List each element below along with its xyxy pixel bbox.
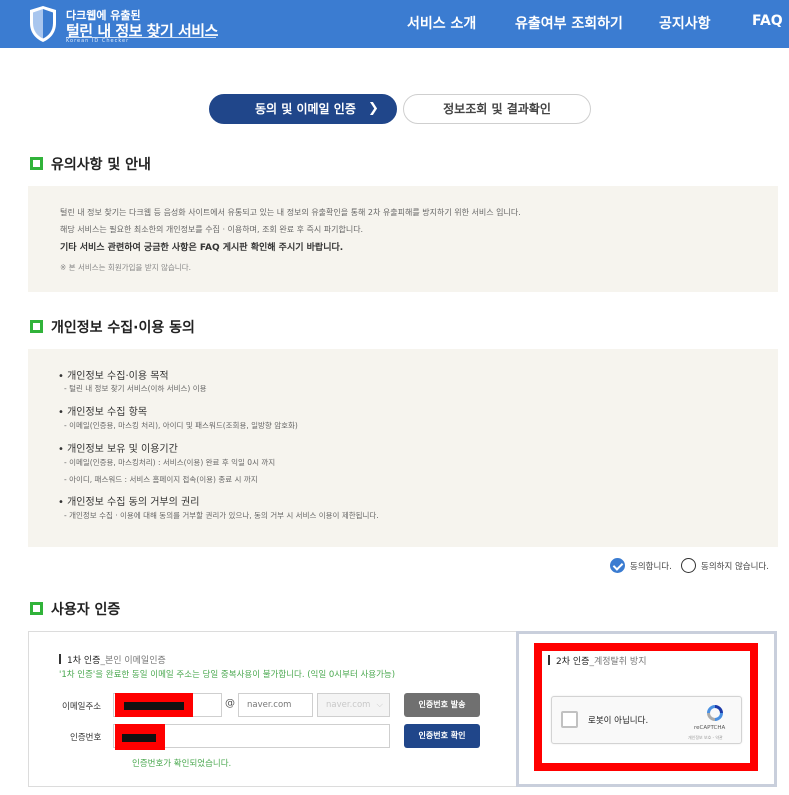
recaptcha-checkbox[interactable] [561,711,578,728]
square-bullet-icon [30,157,43,170]
privacy-item-heading: • 개인정보 보유 및 이용기간 [58,444,178,455]
first-auth-note: '1차 인증'을 완료한 동일 이메일 주소는 당일 중복사용이 불가합니다. … [59,670,396,680]
privacy-item-heading: • 개인정보 수집·이용 목적 [58,371,169,382]
agree-option[interactable]: 동의합니다. [610,558,674,574]
step-label: 동의 및 이메일 인증 [255,102,356,116]
at-sign: @ [225,698,235,709]
nav-notice[interactable]: 공지사항 [659,13,711,33]
nav-faq[interactable]: FAQ [752,13,783,29]
site-logo[interactable]: 다크웹에 유출된 털린 내 정보 찾기 서비스 Korean ID Checke… [28,5,218,44]
section-privacy-title: 개인정보 수집·이용 동의 [30,317,195,337]
notice-text: 해당 서비스는 필요한 최소한의 개인정보를 수집 · 이용하며, 조회 완료 … [60,225,364,234]
recaptcha-label: 로봇이 아닙니다. [588,716,649,726]
email-label: 이메일주소 [62,702,102,712]
privacy-item-heading: • 개인정보 수집 동의 거부의 권리 [58,497,200,508]
privacy-item-detail: - 이메일(인증용, 마스킹처리) : 서비스(이용) 완료 후 익일 0시 까… [64,458,276,467]
step-consent-email[interactable]: 동의 및 이메일 인증 ❯ [209,94,397,124]
privacy-item-detail: - 털린 내 정보 찾기 서비스(이하 서비스) 이용 [64,384,207,393]
disagree-radio[interactable] [681,558,696,573]
notice-text: 털린 내 정보 찾기는 다크웹 등 음성화 사이트에서 유통되고 있는 내 정보… [60,208,521,217]
step-lookup-result[interactable]: 정보조회 및 결과확인 [403,94,591,124]
section-notice-title: 유의사항 및 안내 [30,154,151,174]
notice-panel: 털린 내 정보 찾기는 다크웹 등 음성화 사이트에서 유통되고 있는 내 정보… [28,186,778,292]
privacy-item-heading: • 개인정보 수집 항목 [58,407,148,418]
privacy-item-detail: - 아이디, 패스워드 : 서비스 홈페이지 접속(이용) 종료 시 까지 [64,475,258,484]
recaptcha-brand: reCAPTCHA [694,725,726,731]
privacy-item-detail: - 이메일(인증용, 마스킹 처리), 아이디 및 패스워드(조회용, 일방향 … [64,421,298,430]
nav-service-intro[interactable]: 서비스 소개 [407,13,476,33]
nav-leak-check[interactable]: 유출여부 조회하기 [515,13,623,33]
redaction-mark [115,693,193,717]
recaptcha-links[interactable]: 개인정보 보호 - 약관 [688,735,723,741]
domain-select[interactable]: naver.com ⌵ [317,693,390,717]
notice-footnote: ※ 본 서비스는 회원가입을 받지 않습니다. [60,263,191,272]
chevron-down-icon: ⌵ [376,700,383,710]
email-domain-input[interactable]: naver.com [238,693,313,717]
second-auth-title: 2차 인증_계정탈취 방지 [548,654,646,667]
redaction-mark [115,724,165,750]
disagree-label: 동의하지 않습니다. [701,562,769,572]
square-bullet-icon [30,602,43,615]
privacy-panel: • 개인정보 수집·이용 목적 - 털린 내 정보 찾기 서비스(이하 서비스)… [28,349,778,547]
code-success-message: 인증번호가 확인되었습니다. [132,759,232,769]
recaptcha-widget: 로봇이 아닙니다. reCAPTCHA 개인정보 보호 - 약관 [551,696,742,744]
shield-icon [30,6,56,42]
privacy-item-detail: - 개인정보 수집 · 이용에 대해 동의를 거부할 권리가 있으나, 동의 거… [64,511,379,520]
recaptcha-icon [707,705,723,721]
first-auth-title: 1차 인증_본인 이메일인증 [59,653,166,666]
code-label: 인증번호 [70,733,102,743]
agree-label: 동의합니다. [630,562,672,572]
top-header: 다크웹에 유출된 털린 내 정보 찾기 서비스 Korean ID Checke… [0,0,789,48]
section-auth-title: 사용자 인증 [30,599,120,619]
confirm-code-button[interactable]: 인증번호 확인 [404,724,480,748]
square-bullet-icon [30,320,43,333]
notice-text: 기타 서비스 관련하여 궁금한 사항은 FAQ 게시판 확인해 주시기 바랍니다… [60,243,344,253]
send-code-button[interactable]: 인증번호 발송 [404,693,480,717]
agree-radio[interactable] [610,558,625,573]
logo-english: Korean ID Checker [66,38,130,44]
chevron-right-icon: ❯ [368,101,379,116]
disagree-option[interactable]: 동의하지 않습니다. [681,558,773,574]
